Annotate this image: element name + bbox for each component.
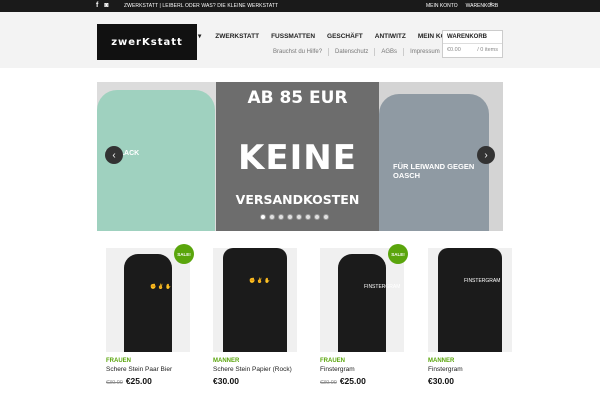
hero-slider: SCHLACK FÜR LEIWAND GEGEN OASCH AB 85 EU… [97, 82, 503, 231]
product-card[interactable]: ✊ ✌ ✋ SALE! FRAUEN Schere Stein Paar Bier €3… [106, 244, 194, 386]
product-image[interactable]: FINSTERGRAM [320, 248, 404, 352]
nav-item-fussmatten[interactable]: FUSSMATTEN [265, 32, 321, 42]
top-links: MEIN KONTO WARENKORB [426, 3, 498, 9]
chevron-left-icon: ‹ [112, 149, 116, 161]
old-price: €30.00 [320, 380, 337, 386]
product-category[interactable]: FRAUEN [106, 358, 190, 364]
slider-dot[interactable] [260, 214, 266, 220]
product-image[interactable]: ✊ ✌ ✋ [213, 248, 297, 352]
logo[interactable]: zwerKstatt [97, 24, 197, 60]
product-card[interactable]: FINSTERGRAM SALE! FRAUEN Finstergram €30.00 €… [320, 244, 408, 386]
grey-shirt-print: FÜR LEIWAND GEGEN OASCH [393, 162, 475, 180]
product-card[interactable]: ✊ ✌ ✋ MANNER Schere Stein Papier (Rock) €30… [213, 248, 297, 386]
social-links: f ◙ [96, 2, 109, 10]
product-price: €30.00 €25.00 [106, 376, 190, 386]
slider-dot[interactable] [278, 214, 284, 220]
slider-dot[interactable] [269, 214, 275, 220]
promo-line-3: VERSANDKOSTEN [235, 192, 360, 207]
product-name[interactable]: Finstergram [320, 366, 404, 374]
product-image[interactable]: FINSTERGRAM [428, 248, 512, 352]
current-price: €30.00 [428, 376, 454, 386]
shirt-print: ✊ ✌ ✋ [249, 278, 271, 284]
current-price: €30.00 [213, 376, 239, 386]
current-price: €25.00 [339, 376, 366, 386]
logo-text: zwerKstatt [111, 36, 183, 48]
subnav-datenschutz[interactable]: Datenschutz [329, 48, 376, 56]
product-category[interactable]: FRAUEN [320, 358, 404, 364]
slider-dot[interactable] [287, 214, 293, 220]
subnav-agbs[interactable]: AGBs [375, 48, 405, 56]
header: zwerKstatt ▾ ZWERKSTATT FUSSMATTEN GESCH… [0, 12, 600, 68]
shirt-print: FINSTERGRAM [464, 278, 501, 284]
cart-summary: €0.00 / 0 items [443, 44, 502, 56]
product-category[interactable]: MANNER [213, 358, 297, 364]
slider-dot[interactable] [323, 214, 329, 220]
slider-dot[interactable] [296, 214, 302, 220]
search-icon[interactable]: ⌕ [489, 1, 493, 9]
old-price: €30.00 [106, 380, 123, 386]
sale-badge: SALE! [388, 244, 408, 264]
slider-dots [260, 214, 329, 220]
slider-dot[interactable] [314, 214, 320, 220]
cart-widget[interactable]: WARENKORB €0.00 / 0 items [442, 30, 503, 58]
product-price: €30.00 [213, 376, 297, 386]
cart-item-count: / 0 items [477, 47, 498, 53]
chevron-right-icon: › [484, 149, 488, 161]
current-price: €25.00 [125, 376, 152, 386]
slider-next-button[interactable]: › [477, 146, 495, 164]
subnav-impressum[interactable]: Impressum [404, 48, 446, 56]
tshirt-image: ✊ ✌ ✋ [223, 248, 287, 352]
instagram-icon[interactable]: ◙ [104, 2, 108, 10]
promo-line-1: AB 85 EUR [247, 88, 348, 108]
promo-line-2: KEINE [238, 138, 357, 178]
tank-top-image: ✊ ✌ ✋ [124, 254, 172, 352]
product-image[interactable]: ✊ ✌ ✋ [106, 248, 190, 352]
shirt-print: FINSTERGRAM [364, 284, 401, 290]
sale-badge: SALE! [174, 244, 194, 264]
slider-dot[interactable] [305, 214, 311, 220]
product-price: €30.00 [428, 376, 512, 386]
main-nav: ▾ ZWERKSTATT FUSSMATTEN GESCHÄFT ANTIWIT… [198, 32, 470, 42]
top-link-mein-konto[interactable]: MEIN KONTO [426, 3, 458, 9]
cart-total: €0.00 [447, 47, 461, 53]
nav-item-antiwitz[interactable]: ANTIWITZ [369, 32, 412, 42]
product-card[interactable]: FINSTERGRAM MANNER Finstergram €30.00 [428, 248, 512, 386]
tshirt-image: FINSTERGRAM [438, 248, 502, 352]
nav-item-geschaeft[interactable]: GESCHÄFT [321, 32, 369, 42]
slider-prev-button[interactable]: ‹ [105, 146, 123, 164]
top-link-warenkorb[interactable]: WARENKORB [466, 3, 499, 9]
product-name[interactable]: Schere Stein Papier (Rock) [213, 366, 297, 374]
nav-item-shop[interactable]: ▾ [198, 32, 209, 42]
sub-nav: Brauchst du Hilfe? Datenschutz AGBs Impr… [273, 48, 446, 56]
top-bar: f ◙ ZWERKSTATT | LEIBERL ODER WAS? DIE K… [0, 0, 600, 12]
product-price: €30.00 €25.00 [320, 376, 404, 386]
facebook-icon[interactable]: f [96, 2, 98, 10]
tagline: ZWERKSTATT | LEIBERL ODER WAS? DIE KLEIN… [124, 3, 279, 9]
product-name[interactable]: Finstergram [428, 366, 512, 374]
product-category[interactable]: MANNER [428, 358, 512, 364]
shirt-print: ✊ ✌ ✋ [150, 284, 172, 290]
product-name[interactable]: Schere Stein Paar Bier [106, 366, 190, 374]
cart-title: WARENKORB [443, 31, 502, 44]
nav-item-zwerkstatt[interactable]: ZWERKSTATT [209, 32, 265, 42]
tank-top-image: FINSTERGRAM [338, 254, 400, 352]
subnav-hilfe[interactable]: Brauchst du Hilfe? [273, 48, 330, 56]
